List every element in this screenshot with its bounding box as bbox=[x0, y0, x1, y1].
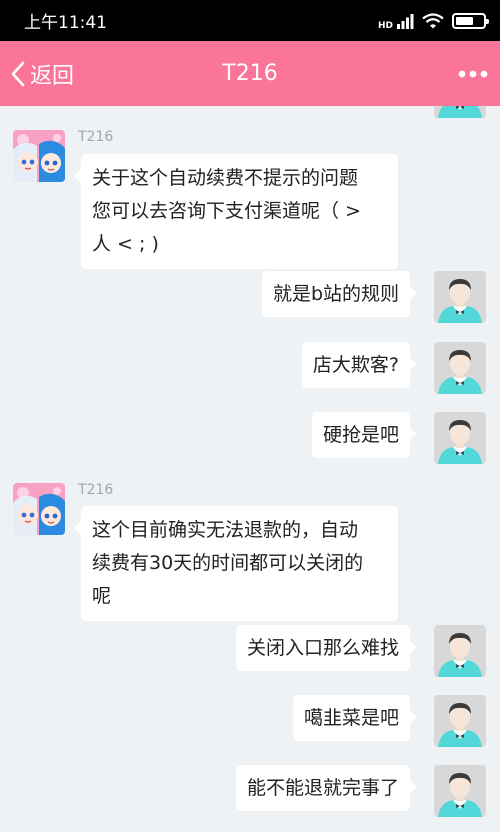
user-avatar[interactable] bbox=[434, 765, 486, 817]
user-avatar-icon bbox=[434, 625, 486, 677]
wifi-icon bbox=[422, 12, 444, 28]
status-icons: HD bbox=[377, 10, 489, 31]
hd-indicator: HD bbox=[377, 21, 393, 31]
user-avatar-icon bbox=[434, 342, 486, 394]
message-bubble[interactable]: 关闭入口那么难找 bbox=[235, 625, 418, 671]
battery-icon bbox=[452, 12, 489, 29]
chevron-left-icon bbox=[11, 61, 25, 86]
sender-name: T216 bbox=[78, 129, 114, 145]
message-bubble[interactable]: 就是b站的规则 bbox=[261, 271, 418, 317]
nav-bar: 返回 T216 bbox=[0, 41, 500, 106]
message-bubble[interactable]: 硬抢是吧 bbox=[311, 412, 418, 458]
user-avatar[interactable] bbox=[434, 342, 486, 394]
user-avatar bbox=[434, 106, 486, 118]
chat-area[interactable]: T216 关于这个自动续费不提示的问题 您可以去咨询下支付渠道呢（ > 人 < … bbox=[0, 106, 500, 832]
user-avatar-icon bbox=[434, 412, 486, 464]
status-time: 上午11:41 bbox=[24, 13, 107, 33]
status-bar: 上午11:41 HD bbox=[0, 0, 500, 41]
user-avatar-icon bbox=[434, 765, 486, 817]
more-button[interactable] bbox=[458, 41, 488, 106]
message-bubble[interactable]: 店大欺客? bbox=[301, 342, 418, 388]
user-avatar[interactable] bbox=[434, 412, 486, 464]
back-button[interactable]: 返回 bbox=[10, 41, 74, 106]
signal-icon bbox=[397, 13, 414, 29]
page-title: T216 bbox=[222, 61, 278, 86]
message-bubble[interactable]: 关于这个自动续费不提示的问题 您可以去咨询下支付渠道呢（ > 人 < ; ) bbox=[74, 154, 398, 269]
user-avatar-icon bbox=[434, 106, 486, 118]
user-avatar[interactable] bbox=[434, 271, 486, 323]
user-avatar[interactable] bbox=[434, 625, 486, 677]
anime-avatar-icon bbox=[13, 130, 65, 182]
anime-avatar-icon bbox=[13, 483, 65, 535]
user-avatar[interactable] bbox=[434, 695, 486, 747]
sender-name: T216 bbox=[78, 482, 114, 498]
message-bubble[interactable]: 这个目前确实无法退款的，自动 续费有30天的时间都可以关闭的 呢 bbox=[74, 506, 398, 621]
message-bubble[interactable]: 噶韭菜是吧 bbox=[292, 695, 418, 741]
agent-avatar[interactable] bbox=[13, 483, 65, 535]
user-avatar-icon bbox=[434, 695, 486, 747]
message-bubble[interactable]: 能不能退就完事了 bbox=[235, 765, 418, 811]
back-label: 返回 bbox=[30, 63, 75, 89]
agent-avatar[interactable] bbox=[13, 130, 65, 182]
user-avatar-icon bbox=[434, 271, 486, 323]
more-icon bbox=[458, 70, 488, 77]
